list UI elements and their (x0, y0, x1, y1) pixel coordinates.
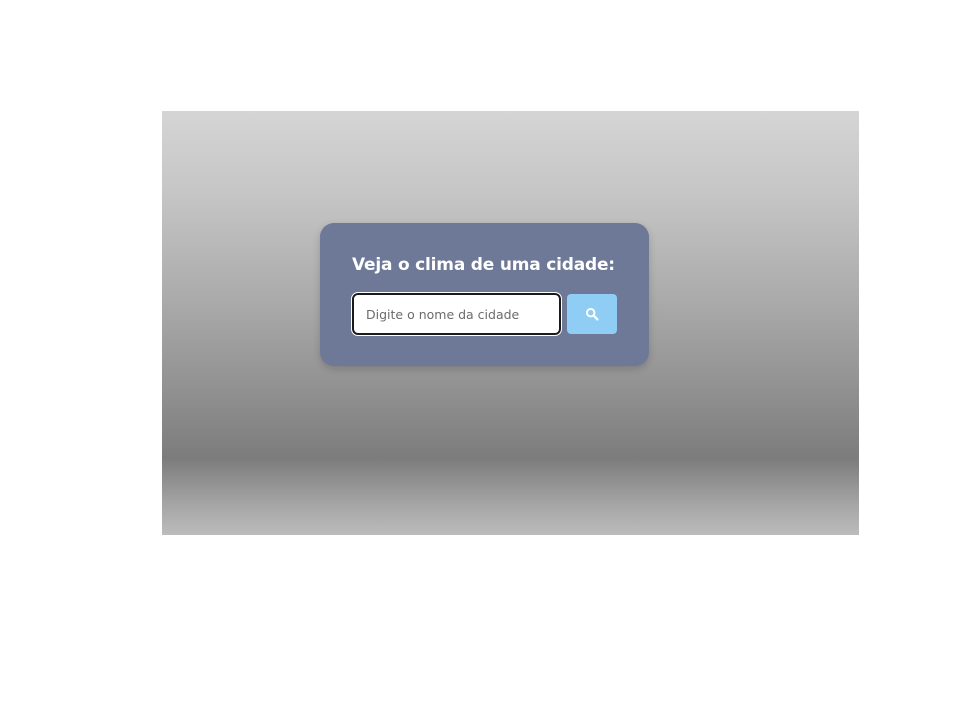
search-icon (586, 307, 599, 321)
app-background: Veja o clima de uma cidade: (162, 111, 859, 535)
page: Veja o clima de uma cidade: (0, 0, 960, 720)
city-search-input[interactable] (350, 292, 563, 336)
search-button[interactable] (567, 294, 617, 334)
card-title: Veja o clima de uma cidade: (352, 255, 615, 275)
search-form (350, 292, 617, 336)
weather-search-card: Veja o clima de uma cidade: (320, 223, 649, 366)
